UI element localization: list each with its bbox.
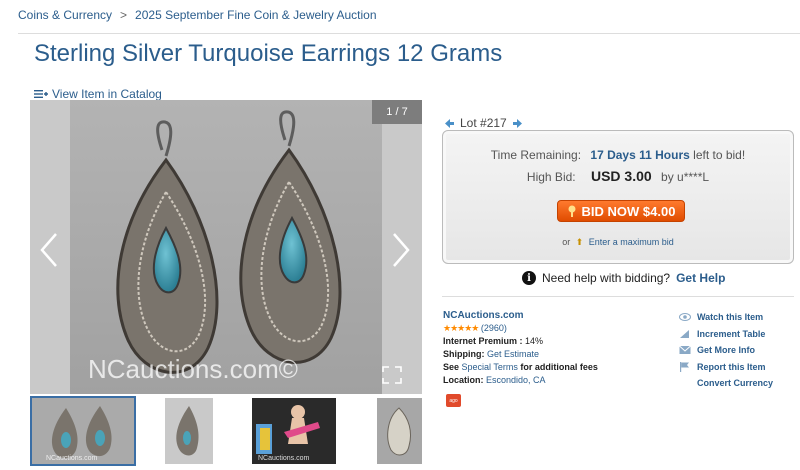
rating-stars: ★★★★★ <box>443 323 479 333</box>
eye-icon <box>679 313 691 322</box>
increment-icon <box>680 329 689 338</box>
location-link[interactable]: Escondido, CA <box>486 375 546 385</box>
watch-item-label: Watch this Item <box>697 312 764 322</box>
get-more-info-label: Get More Info <box>697 345 755 355</box>
thumbnail-4[interactable] <box>377 398 422 464</box>
bid-panel: Time Remaining: 17 Days 11 Hours left to… <box>442 130 794 264</box>
enter-max-bid-link[interactable]: Enter a maximum bid <box>589 237 674 247</box>
thumbnail-strip: NCauctions.com NCauctions.com <box>30 396 422 466</box>
previous-lot-icon[interactable] <box>444 118 455 129</box>
item-actions: Watch this Item Increment Table Get More… <box>679 309 773 392</box>
location-label: Location: <box>443 375 484 385</box>
page-title: Sterling Silver Turquoise Earrings 12 Gr… <box>34 40 503 67</box>
earrings-image <box>116 110 342 374</box>
time-remaining-row: Time Remaining: 17 Days 11 Hours left to… <box>443 148 793 162</box>
main-item-photo <box>70 100 382 394</box>
get-estimate-link[interactable]: Get Estimate <box>487 349 539 359</box>
premium-label: Internet Premium : <box>443 336 523 346</box>
max-bid-arrow-icon: ⬆ <box>575 237 584 247</box>
increment-table-action[interactable]: Increment Table <box>679 326 773 343</box>
seller-name-link[interactable]: NCAuctions.com <box>443 310 524 321</box>
info-icon: i <box>522 271 536 285</box>
thumbnail-2-image <box>176 406 199 456</box>
breadcrumb-item-category[interactable]: Coins & Currency <box>18 8 112 22</box>
high-bid-amount: USD 3.00 <box>590 168 652 184</box>
image-counter: 1 / 7 <box>372 100 422 124</box>
get-help-link[interactable]: Get Help <box>676 271 725 285</box>
special-terms-link[interactable]: Special Terms <box>462 362 518 372</box>
thumbnail-2[interactable] <box>165 398 213 464</box>
high-bidder: by u****L <box>661 170 710 184</box>
fullscreen-icon[interactable] <box>382 366 402 384</box>
watch-item-action[interactable]: Watch this Item <box>679 309 773 326</box>
previous-image-icon[interactable] <box>38 232 60 268</box>
convert-currency-label: Convert Currency <box>697 378 774 388</box>
bid-now-button[interactable]: BID NOW $4.00 <box>557 200 685 222</box>
breadcrumb-item-auction[interactable]: 2025 September Fine Coin & Jewelry Aucti… <box>135 8 376 22</box>
time-remaining-label: Time Remaining: <box>490 148 582 162</box>
high-bid-row: High Bid: USD 3.00 by u****L <box>443 168 793 184</box>
thumbnail-1-image: NCauctions.com <box>32 398 134 464</box>
bidding-help: i Need help with bidding? Get Help <box>522 271 725 285</box>
time-remaining-value: 17 Days 11 Hours <box>590 148 690 162</box>
premium-value: 14% <box>525 336 544 346</box>
help-text: Need help with bidding? <box>542 271 671 285</box>
view-in-catalog-label: View Item in Catalog <box>52 87 162 101</box>
catalog-list-icon <box>34 90 48 98</box>
report-item-label: Report this Item <box>697 361 766 372</box>
terms-suffix: for additional fees <box>520 362 598 372</box>
view-in-catalog-link[interactable]: View Item in Catalog <box>34 87 162 101</box>
envelope-icon <box>679 345 691 355</box>
time-remaining-suffix: left to bid! <box>693 148 746 162</box>
breadcrumb-separator: > <box>120 8 128 22</box>
lot-number: Lot #217 <box>460 116 507 130</box>
breadcrumb: Coins & Currency > 2025 September Fine C… <box>18 8 377 22</box>
header-divider <box>18 33 800 34</box>
report-item-action[interactable]: Report this Item <box>679 359 773 376</box>
thumbnail-3[interactable]: NCauctions.com <box>252 398 336 464</box>
shipping-label: Shipping: <box>443 349 485 359</box>
thumbnail-4-image <box>387 407 412 456</box>
see-label: See <box>443 362 460 372</box>
svg-text:NCauctions.com: NCauctions.com <box>46 455 98 462</box>
increment-table-label: Increment Table <box>697 328 766 339</box>
next-image-icon[interactable] <box>390 232 412 268</box>
svg-text:NCauctions.com: NCauctions.com <box>258 455 310 462</box>
section-divider <box>442 296 794 297</box>
bid-pin-icon <box>568 205 576 217</box>
next-lot-icon[interactable] <box>512 118 523 129</box>
high-bid-label: High Bid: <box>526 170 576 184</box>
get-more-info-action[interactable]: Get More Info <box>679 342 773 359</box>
flag-icon <box>680 361 689 372</box>
seller-info: NCAuctions.com ★★★★★ (2960) Internet Pre… <box>443 309 598 387</box>
thumbnail-1[interactable]: NCauctions.com <box>30 396 136 466</box>
max-bid-row: or ⬆ Enter a maximum bid <box>443 237 793 248</box>
convert-currency-action[interactable]: Convert Currency <box>679 375 773 392</box>
seller-badge: ago <box>446 394 461 407</box>
or-text: or <box>562 237 571 247</box>
image-watermark: NCauctions.com© <box>88 354 298 384</box>
bid-now-label: BID NOW $4.00 <box>581 203 676 219</box>
lot-navigation: Lot #217 <box>444 116 523 130</box>
thumbnail-3-image: NCauctions.com <box>252 398 336 464</box>
currency-icon <box>679 378 691 388</box>
image-viewer[interactable]: 1 / 7 NCauctions.com© <box>30 100 422 394</box>
rating-count-link[interactable]: (2960) <box>481 323 507 333</box>
